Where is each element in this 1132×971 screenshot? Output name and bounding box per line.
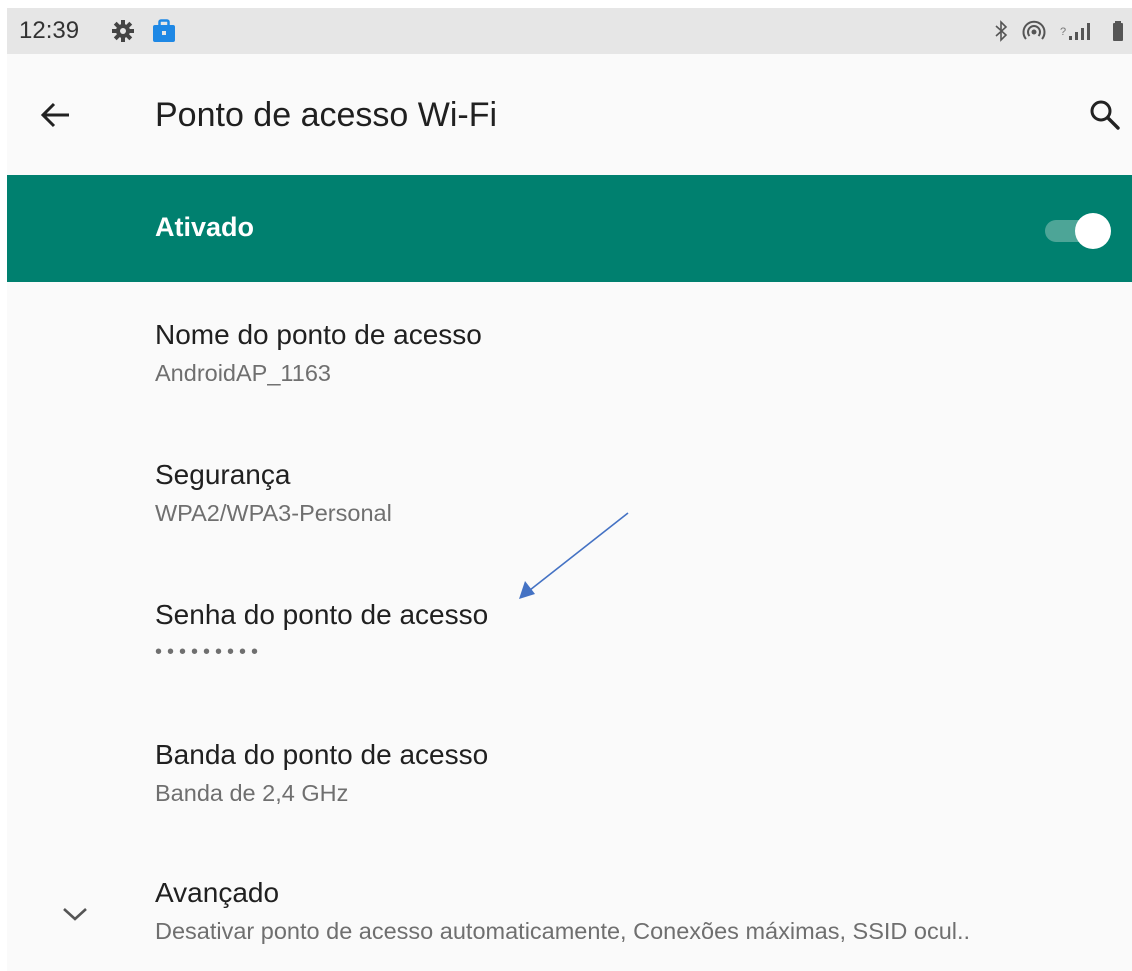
pref-summary: Desativar ponto de acesso automaticament… — [155, 918, 971, 944]
hotspot-toggle[interactable] — [1043, 211, 1113, 251]
settings-screen: 12:39 ? Ponto de acesso Wi-Fi Ativado No… — [7, 8, 1132, 971]
status-time: 12:39 — [19, 17, 80, 44]
pref-title: Avançado — [155, 877, 280, 908]
search-icon — [1090, 100, 1120, 130]
status-bar: 12:39 ? — [7, 8, 1132, 54]
hotspot-icon — [1022, 20, 1046, 42]
page-title: Ponto de acesso Wi-Fi — [155, 96, 498, 134]
pref-hotspot-name[interactable]: Nome do ponto de acesso AndroidAP_1163 — [155, 318, 1115, 388]
signal-icon: ? — [1060, 20, 1098, 42]
chevron-down-icon[interactable] — [59, 898, 91, 930]
status-icons: ? — [994, 18, 1124, 44]
arrow-back-icon — [40, 102, 69, 128]
pref-title: Senha do ponto de acesso — [155, 599, 489, 630]
battery-icon — [1112, 20, 1124, 42]
pref-summary: WPA2/WPA3-Personal — [155, 500, 392, 526]
toggle-thumb — [1075, 213, 1111, 249]
pref-summary-masked: ••••••••• — [155, 641, 264, 663]
search-button[interactable] — [1082, 92, 1128, 138]
pref-hotspot-password[interactable]: Senha do ponto de acesso ••••••••• — [155, 598, 1115, 664]
pref-summary: AndroidAP_1163 — [155, 360, 331, 386]
pref-advanced[interactable]: Avançado Desativar ponto de acesso autom… — [155, 876, 1115, 946]
master-switch-label: Ativado — [155, 212, 255, 242]
pref-title: Nome do ponto de acesso — [155, 319, 482, 350]
back-button[interactable] — [33, 92, 79, 138]
app-toolbar: Ponto de acesso Wi-Fi — [7, 54, 1132, 175]
pref-hotspot-band[interactable]: Banda do ponto de acesso Banda de 2,4 GH… — [155, 738, 1115, 808]
pref-title: Banda do ponto de acesso — [155, 739, 489, 770]
pref-summary: Banda de 2,4 GHz — [155, 780, 349, 806]
gear-icon — [111, 19, 135, 43]
svg-text:?: ? — [1060, 26, 1066, 38]
pref-security[interactable]: Segurança WPA2/WPA3-Personal — [155, 458, 1115, 528]
master-switch-bar[interactable]: Ativado — [7, 175, 1132, 282]
work-bag-icon — [151, 18, 177, 44]
bluetooth-icon — [994, 20, 1008, 42]
pref-title: Segurança — [155, 459, 291, 490]
